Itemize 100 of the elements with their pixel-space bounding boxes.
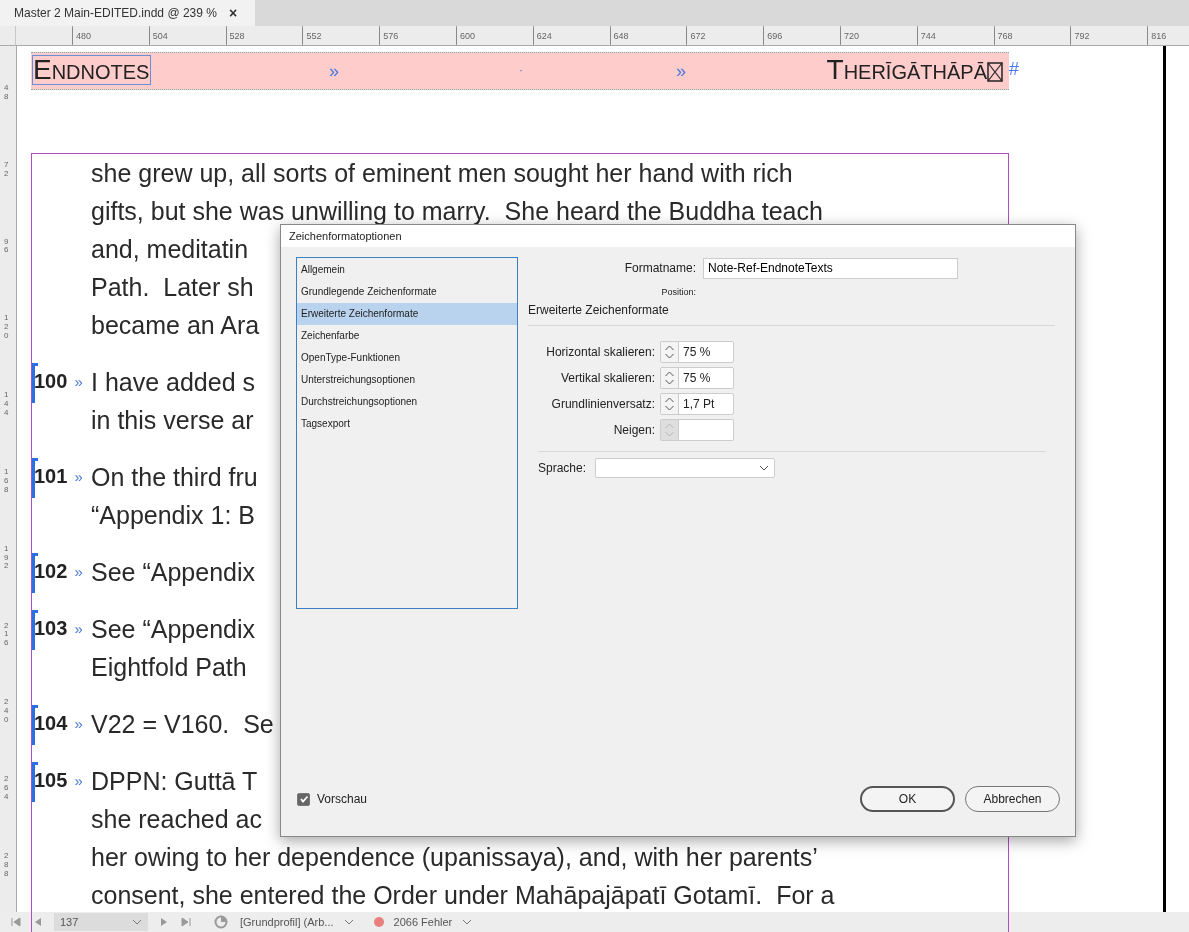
note-number: 102: [34, 560, 68, 583]
chevron-icon: [132, 919, 142, 925]
text-line: gifts, but she was unwilling to marry. She heard the Buddha teach: [91, 196, 823, 227]
ruler-label: 144: [4, 391, 10, 418]
ruler-label: 96: [4, 237, 10, 256]
checkmark-icon: [298, 794, 309, 804]
ruler-label: 792: [1070, 28, 1090, 44]
field-label: Sprache:: [538, 461, 588, 475]
field-label: Vertikal skalieren:: [559, 371, 655, 385]
spinner-field[interactable]: 75 %: [660, 341, 734, 363]
text-line: DPPN: Guttā T: [91, 766, 258, 797]
section-item[interactable]: Allgemein: [297, 259, 517, 281]
ruler-label: 552: [302, 28, 322, 44]
section-item[interactable]: Tagsexport: [297, 413, 517, 435]
stepper-icon[interactable]: [661, 394, 679, 414]
ruler-label: 600: [456, 28, 476, 44]
text-line: See “Appendix: [91, 614, 255, 645]
chevron-icon: [759, 465, 769, 471]
section-item[interactable]: Durchstreichungsoptionen: [297, 391, 517, 413]
ruler-label: 72: [4, 160, 10, 179]
ruler-label: 624: [532, 28, 552, 44]
note-number: 103: [34, 617, 68, 640]
preflight-profile[interactable]: [Grundprofil] (Arb...: [240, 916, 334, 928]
ok-button[interactable]: OK: [860, 786, 955, 812]
tab-marker: »: [74, 620, 83, 637]
tab-marker: »: [74, 772, 83, 789]
field-label: Horizontal skalieren:: [545, 345, 655, 359]
text-line: consent, she entered the Order under Mahāpajāpatī Gotamī. For a: [91, 880, 835, 911]
cancel-button[interactable]: Abbrechen: [965, 786, 1060, 812]
ruler-label: 576: [379, 28, 399, 44]
running-head: Therīgāthāpā: [826, 55, 987, 85]
tab-marker: »: [74, 563, 83, 580]
text-line: became an Ara: [91, 310, 260, 341]
ruler-label: 168: [4, 468, 10, 495]
text-line: “Appendix 1: B: [91, 500, 255, 531]
spinner-field[interactable]: 1,7 Pt: [660, 393, 734, 415]
page-dropdown[interactable]: 137: [54, 913, 148, 931]
section-item[interactable]: Erweiterte Zeichenformate: [297, 303, 517, 325]
language-dropdown[interactable]: [595, 458, 775, 478]
section-item[interactable]: Grundlegende Zeichenformate: [297, 281, 517, 303]
field-label: Formatname:: [623, 261, 696, 275]
document-title: Master 2 Main-EDITED.indd @ 239 %: [14, 6, 217, 20]
document-tab[interactable]: Master 2 Main-EDITED.indd @ 239 % ×: [0, 0, 256, 26]
ruler-label: 648: [609, 28, 629, 44]
ruler-label: 504: [148, 28, 168, 44]
first-page-icon[interactable]: [10, 916, 22, 928]
ruler-label: 672: [686, 28, 706, 44]
field-label: Position:: [660, 287, 696, 297]
ruler-label: 192: [4, 544, 10, 572]
stepper-icon[interactable]: [661, 368, 679, 388]
checkbox[interactable]: [297, 792, 310, 806]
last-page-icon[interactable]: [180, 916, 192, 928]
close-button[interactable]: ×: [228, 5, 238, 21]
tab-marker: »: [329, 61, 339, 82]
tab-marker: »: [676, 61, 686, 82]
section-heading: Erweiterte Zeichenformate: [528, 303, 1055, 326]
section-item[interactable]: Zeichenfarbe: [297, 325, 517, 347]
ruler-label: 696: [763, 28, 783, 44]
error-status-icon: [373, 917, 384, 927]
text-line: V22 = V160. Se: [91, 709, 274, 740]
text-line: I have added s: [91, 367, 255, 398]
text-line: Path. Later sh: [91, 272, 254, 303]
running-head: Endnotes: [32, 55, 152, 85]
end-marker: #: [1009, 59, 1019, 80]
note-number: 104: [34, 712, 68, 735]
ruler-label: 288: [4, 852, 10, 879]
tab-marker: »: [74, 468, 83, 485]
space-marker: ·: [519, 63, 523, 77]
field-label: Neigen:: [612, 423, 655, 437]
spinner-field[interactable]: 75 %: [660, 367, 734, 389]
chevron-icon[interactable]: [343, 919, 354, 925]
field-label: Grundlinienversatz:: [550, 397, 655, 411]
text-line: Eightfold Path: [91, 652, 247, 683]
text-line: See “Appendix: [91, 557, 255, 588]
note-number: 100: [34, 370, 68, 393]
format-name-field[interactable]: Note-Ref-EndnoteTexts: [703, 257, 958, 279]
dialog-title: Zeichenformatoptionen: [289, 230, 402, 242]
ruler-label: 48: [4, 84, 10, 102]
ruler-label: 240: [4, 698, 10, 725]
stepper-icon[interactable]: [661, 342, 679, 362]
tab-marker: »: [74, 373, 83, 390]
ruler-label: 816: [1147, 28, 1167, 44]
text-line: in this verse ar: [91, 405, 254, 436]
error-count[interactable]: 2066 Fehler: [393, 916, 453, 928]
ruler-label: 768: [993, 28, 1013, 44]
text-line: On the third fru: [91, 462, 258, 493]
ruler-label: 720: [840, 28, 860, 44]
ruler-label: 216: [4, 621, 10, 648]
preflight-icon[interactable]: [214, 915, 230, 929]
missing-glyph-icon: [987, 62, 1003, 82]
text-line: and, meditatin: [91, 234, 249, 265]
text-line: her owing to her dependence (upanissaya), and, with her parents’: [91, 842, 818, 873]
chevron-icon[interactable]: [462, 919, 473, 925]
ruler-label: 528: [225, 28, 245, 44]
section-item[interactable]: OpenType-Funktionen: [297, 347, 517, 369]
note-number: 105: [34, 769, 68, 792]
ruler-label: 480: [72, 28, 92, 44]
section-item[interactable]: Unterstreichungsoptionen: [297, 369, 517, 391]
text-line: she grew up, all sorts of eminent men sought her hand with rich: [91, 158, 793, 189]
checkbox-label[interactable]: Vorschau: [317, 792, 368, 806]
